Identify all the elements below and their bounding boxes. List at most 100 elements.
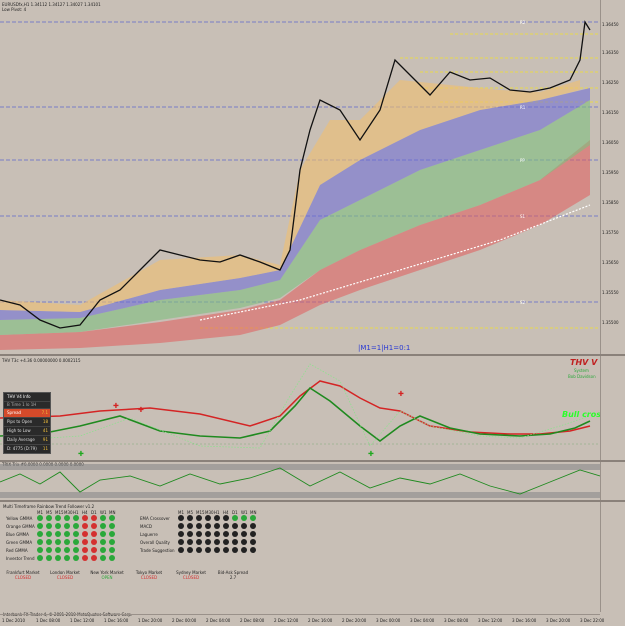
signal-dot — [187, 523, 193, 529]
dashboard-axis — [600, 502, 625, 612]
signal-dot — [64, 555, 70, 561]
signal-dot — [250, 523, 256, 529]
time-label: 1 Dec 12:00 — [70, 618, 95, 623]
signal-dot — [187, 531, 193, 537]
time-axis[interactable]: 1 Dec 2010 1 Dec 08:00 1 Dec 12:00 1 Dec 16… — [0, 614, 604, 626]
signal-dot — [64, 523, 70, 529]
main-chart-pane[interactable]: EURUSDfx,H1 1.34112 1.34127 1.34027 1.34… — [0, 0, 600, 354]
level-tag-s2: S2 — [520, 300, 526, 305]
time-label: 2 Dec 20:00 — [342, 618, 367, 623]
thv-indicator-pane[interactable]: THV T3c +4.36 0.00000000 0.0002115 ✚ ✚ ✚… — [0, 356, 606, 460]
price-label: 1.36450 — [602, 22, 619, 27]
trix-axis[interactable] — [600, 462, 625, 500]
market-status: CLOSED — [140, 575, 158, 580]
signal-dot — [241, 531, 247, 537]
thv-info-box: THV V4 Info B Time 1 lo 1H Spread 7.1 Pip… — [3, 392, 51, 454]
info-row-hl: High to Low 41 — [4, 426, 50, 435]
signal-dot — [100, 539, 106, 545]
signal-dot — [196, 539, 202, 545]
row-label: Yellow GMMA — [6, 516, 33, 521]
signal-dot — [73, 547, 79, 553]
time-label: 1 Dec 2010 — [2, 618, 26, 623]
time-label: 3 Dec 20:00 — [546, 618, 571, 623]
info-label: Pips to Open — [7, 419, 33, 424]
signal-dot — [109, 515, 115, 521]
row-label: Blue GMMA — [6, 532, 29, 537]
price-label: 1.35850 — [602, 200, 619, 205]
signal-dot — [241, 547, 247, 553]
time-label: 1 Dec 20:00 — [138, 618, 163, 623]
signal-dot — [64, 515, 70, 521]
signal-dot — [91, 515, 97, 521]
price-label: 1.35650 — [602, 260, 619, 265]
signal-dot — [241, 523, 247, 529]
signal-dot — [214, 547, 220, 553]
signal-dot — [109, 523, 115, 529]
time-label: 2 Dec 04:00 — [206, 618, 231, 623]
signal-dot — [82, 547, 88, 553]
signal-dot — [178, 547, 184, 553]
price-label: 1.36250 — [602, 80, 619, 85]
signal-dot — [223, 539, 229, 545]
signal-dot — [55, 539, 61, 545]
signal-dot — [46, 523, 52, 529]
signal-dot — [232, 531, 238, 537]
signal-dot — [37, 531, 43, 537]
signal-dot — [187, 547, 193, 553]
indicator-axis[interactable] — [600, 356, 625, 460]
info-value: 91 — [42, 437, 48, 442]
signal-dot — [55, 523, 61, 529]
signal-dot — [100, 515, 106, 521]
signal-dot — [91, 547, 97, 553]
signal-dot — [73, 515, 79, 521]
signal-dot — [250, 547, 256, 553]
signal-dot — [37, 515, 43, 521]
signal-dot — [109, 547, 115, 553]
market-status: CLOSED — [56, 575, 74, 580]
signal-dot — [91, 523, 97, 529]
info-row-daily: Daily Average 91 — [4, 435, 50, 444]
signal-dot — [46, 547, 52, 553]
signal-dot — [46, 555, 52, 561]
info-value: 7.1 — [41, 410, 48, 415]
signal-dot — [178, 531, 184, 537]
time-label: 1 Dec 08:00 — [36, 618, 61, 623]
signal-dot — [205, 515, 211, 521]
trend-dashboard: Multi Timeframe Rainbow Trend Follower v… — [0, 502, 625, 617]
row-label: Red GMMA — [6, 548, 28, 553]
trix-indicator-pane[interactable]: TRIX Trix #0.0000 0.0000 0.0000 0.0000 — [0, 462, 600, 500]
signal-dot — [214, 539, 220, 545]
signal-dot — [205, 539, 211, 545]
signal-dot — [232, 539, 238, 545]
signal-dot — [55, 555, 61, 561]
price-label: 1.35550 — [602, 290, 619, 295]
signal-dot — [37, 555, 43, 561]
signal-dot — [205, 523, 211, 529]
signal-dot — [232, 547, 238, 553]
market-newyork: New York Market OPEN — [90, 570, 124, 580]
signal-dot — [73, 555, 79, 561]
row-label: MACD — [140, 524, 152, 529]
thv-system: System — [574, 368, 589, 373]
row-label: Investor Trend — [6, 556, 35, 561]
signal-dot — [100, 547, 106, 553]
signal-dot — [214, 523, 220, 529]
signal-dot — [250, 531, 256, 537]
info-row-d: D: 4775 (D:79) 11 — [4, 444, 50, 453]
info-title: THV V4 Info — [4, 393, 50, 401]
signal-dot — [37, 523, 43, 529]
level-tag-s1: S1 — [520, 214, 526, 219]
price-axis[interactable]: 1.36450 1.36350 1.36250 1.36150 1.36050 … — [600, 0, 625, 354]
signal-dot — [232, 523, 238, 529]
market-status: OPEN — [101, 575, 113, 580]
signal-dot — [178, 523, 184, 529]
signal-dot — [178, 515, 184, 521]
row-label: EMA Crossover — [140, 516, 170, 521]
signal-dot — [46, 539, 52, 545]
row-label: Overall Quality — [140, 540, 170, 545]
market-status: CLOSED — [14, 575, 32, 580]
row-label: Orange GMMA — [6, 524, 35, 529]
signal-dot — [187, 539, 193, 545]
signal-dot — [82, 539, 88, 545]
signal-dot — [223, 547, 229, 553]
